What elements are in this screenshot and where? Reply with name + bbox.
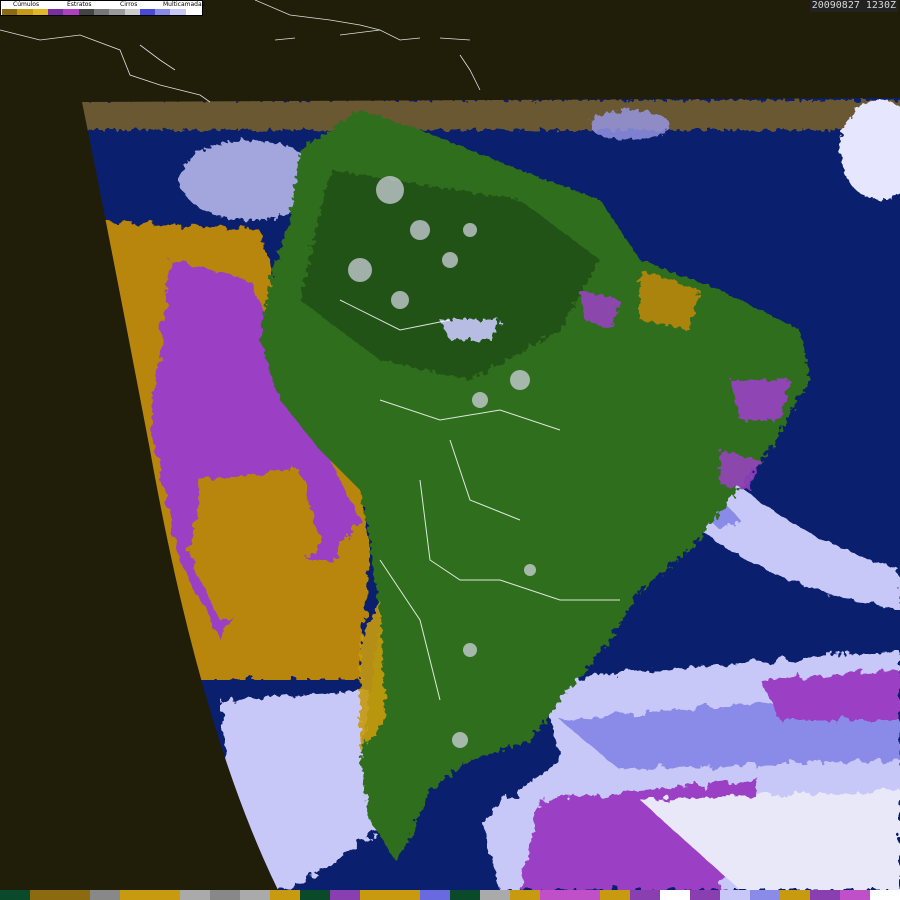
palette-swatch	[210, 890, 240, 900]
legend-label-cumulus: Cúmulos	[13, 1, 40, 8]
legend-swatch	[17, 9, 33, 15]
legend-swatch	[109, 9, 125, 15]
palette-swatch	[690, 890, 720, 900]
palette-swatch	[420, 890, 450, 900]
palette-swatch	[630, 890, 660, 900]
palette-swatch	[600, 890, 630, 900]
palette-swatch	[120, 890, 150, 900]
legend-swatch	[139, 9, 156, 15]
palette-bar	[0, 890, 900, 900]
palette-swatch	[180, 890, 210, 900]
cloud-type-legend: Cúmulos Estratos Cirros Multicamadas	[0, 0, 205, 16]
palette-swatch	[510, 890, 540, 900]
palette-swatch	[540, 890, 570, 900]
legend-swatch	[124, 9, 140, 15]
legend-swatch	[2, 9, 18, 15]
palette-swatch	[60, 890, 90, 900]
legend-swatch	[47, 9, 64, 15]
palette-swatch	[300, 890, 330, 900]
image-timestamp: 20090827 1230Z	[809, 0, 898, 12]
palette-swatch	[570, 890, 600, 900]
palette-swatch	[0, 890, 30, 900]
legend-swatch	[63, 9, 79, 15]
legend-labels: Cúmulos Estratos Cirros Multicamadas	[3, 1, 205, 9]
legend-swatch	[32, 9, 48, 15]
palette-swatch	[750, 890, 780, 900]
palette-swatch	[480, 890, 510, 900]
palette-swatch	[870, 890, 900, 900]
legend-label-multilayer: Multicamadas	[163, 1, 205, 8]
palette-swatch	[780, 890, 810, 900]
palette-swatch	[150, 890, 180, 900]
palette-swatch	[240, 890, 270, 900]
palette-swatch	[810, 890, 840, 900]
palette-swatch	[720, 890, 750, 900]
legend-swatch	[78, 9, 94, 15]
legend-swatch	[185, 9, 202, 15]
legend-swatch	[155, 9, 171, 15]
satellite-image	[0, 0, 900, 900]
palette-swatch	[450, 890, 480, 900]
palette-swatch	[360, 890, 390, 900]
legend-swatch	[93, 9, 110, 15]
palette-swatch	[270, 890, 300, 900]
palette-swatch	[90, 890, 120, 900]
legend-label-stratus: Estratos	[67, 1, 92, 8]
palette-swatch	[30, 890, 60, 900]
legend-swatches	[2, 9, 202, 15]
legend-label-cirrus: Cirros	[120, 1, 138, 8]
palette-swatch	[660, 890, 690, 900]
palette-swatch	[840, 890, 870, 900]
palette-swatch	[330, 890, 360, 900]
legend-swatch	[170, 9, 186, 15]
palette-swatch	[390, 890, 420, 900]
